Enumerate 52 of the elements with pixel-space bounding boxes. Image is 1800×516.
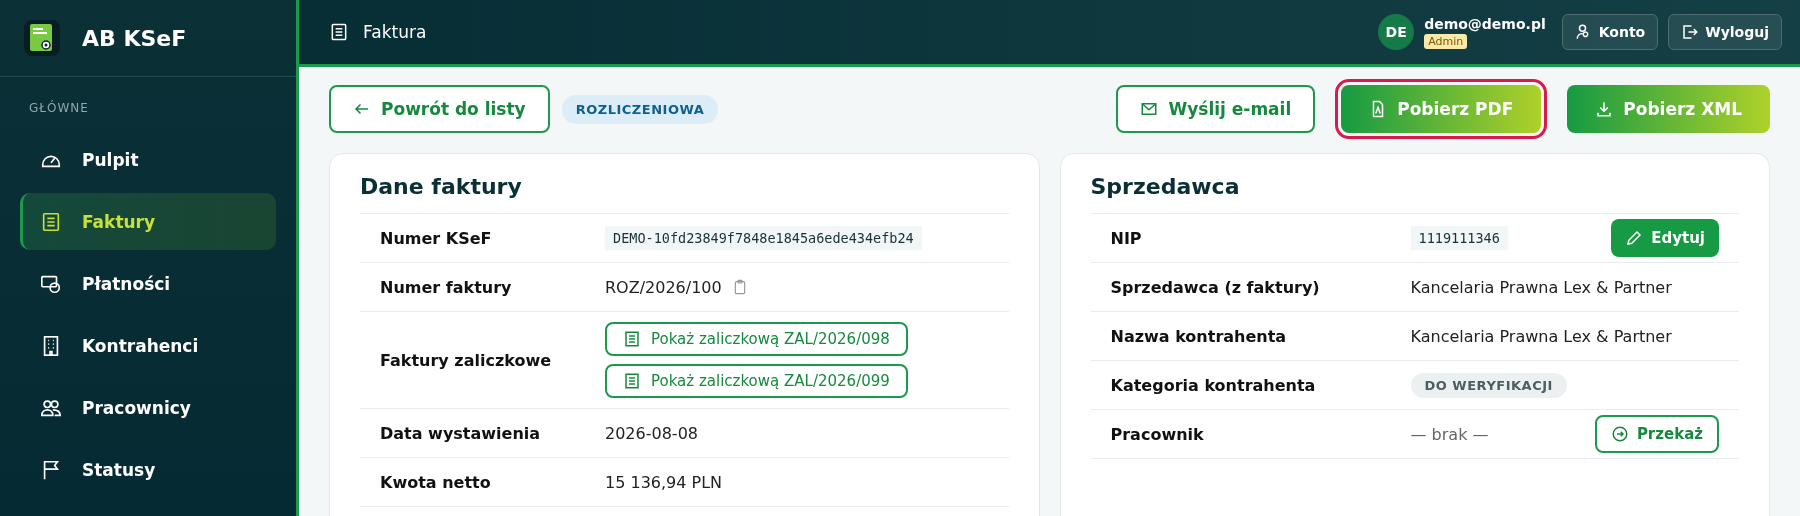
account-button[interactable]: Konto (1561, 14, 1659, 50)
card-title: Sprzedawca (1090, 174, 1241, 199)
document-icon (623, 330, 641, 348)
edit-button[interactable]: Edytuj (1611, 219, 1719, 257)
sidebar-item[interactable]: Kontrahenci (20, 317, 276, 374)
pencil-icon (1625, 229, 1644, 247)
field-value: Kancelaria Prawna Lex & Partner (1410, 326, 1672, 346)
sidebar-item[interactable]: Faktury (20, 193, 276, 250)
field-label: Sprzedawca (z faktury) (1110, 277, 1321, 297)
category-badge: DO WERYFIKACJI (1410, 372, 1567, 398)
sidebar-item[interactable]: Płatności (20, 255, 276, 312)
field-label: Numer KSeF (380, 228, 493, 248)
document-icon (329, 22, 349, 42)
arrow-circle-icon (1610, 425, 1629, 443)
field-value: — brak — (1410, 424, 1489, 444)
envelope-icon (1140, 100, 1159, 118)
email-button[interactable]: Wyślij e-mail (1116, 85, 1316, 133)
field-value: 1119111346 (1410, 226, 1508, 250)
user-avatar: DE (1378, 14, 1415, 50)
sidebar-item[interactable]: Pracownicy (20, 379, 276, 436)
document-icon (623, 372, 641, 390)
field-label: Kwota netto (380, 472, 492, 492)
field-label: NIP (1110, 228, 1143, 248)
back-button[interactable]: Powrót do listy (329, 85, 550, 133)
field-label: Kategoria kontrahenta (1110, 375, 1317, 395)
user-email: demo@demo.pl (1424, 15, 1546, 32)
sidebar-item[interactable]: Statusy (20, 441, 276, 498)
field-label: Nazwa kontrahenta (1110, 326, 1288, 346)
field-value: DEMO-10fd23849f7848e1845a6ede434efb24 (605, 226, 922, 250)
section-label: GŁÓWNE (28, 99, 90, 117)
app-logo-icon (24, 20, 60, 56)
field-label: Data wystawienia (380, 423, 542, 443)
field-value: Kancelaria Prawna Lex & Partner (1410, 277, 1672, 297)
linked-invoice-button[interactable]: Pokaż zaliczkową ZAL/2026/098 (605, 322, 908, 356)
field-value: ROZ/2026/100 (605, 277, 722, 297)
field-value: 2026-08-08 (605, 423, 698, 443)
logout-icon (1681, 23, 1700, 41)
field-value: 15 136,94 PLN (605, 472, 723, 492)
field-label: Faktury zaliczkowe (380, 350, 553, 370)
logout-button[interactable]: Wyloguj (1668, 14, 1782, 50)
sidebar-item[interactable]: Pulpit (20, 131, 276, 188)
field-label: Numer faktury (380, 277, 513, 297)
download-icon (1595, 100, 1614, 118)
field-label: Pracownik (1110, 424, 1205, 444)
document-icon (40, 210, 62, 233)
forward-button[interactable]: Przekaż (1594, 415, 1719, 453)
app-name: AB KSeF (82, 25, 187, 51)
linked-invoice-button[interactable]: Pokaż zaliczkową ZAL/2026/099 (605, 364, 908, 398)
role-badge: Admin (1424, 33, 1468, 49)
page-title: Faktura (363, 22, 427, 42)
card-title: Dane faktury (360, 174, 523, 199)
invoice-type-badge: ROZLICZENIOWA (561, 94, 719, 124)
